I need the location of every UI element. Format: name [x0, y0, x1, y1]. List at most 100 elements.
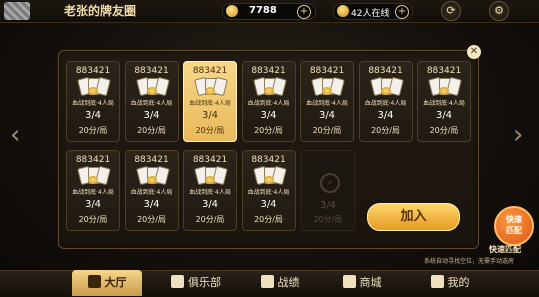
- mahjong-cards-icon: [77, 76, 111, 97]
- table-card[interactable]: 883421 血战到底·4人局 3/4 20分/局: [124, 150, 179, 231]
- table-card[interactable]: 883421 血战到底·4人局 3/4 20分/局: [183, 61, 237, 142]
- add-friends-button[interactable]: +: [395, 5, 409, 19]
- mahjong-cards-icon: [135, 76, 170, 97]
- mahjong-cards-icon: [194, 76, 228, 97]
- quick-match-button[interactable]: 快速 匹配: [494, 206, 534, 246]
- nav-item-shop[interactable]: 商城: [332, 270, 392, 296]
- table-card[interactable]: 883421 血战到底·4人局 3/4 20分/局: [358, 61, 413, 142]
- quick-match-line2: 匹配: [506, 226, 522, 235]
- table-player-count: 3/4: [318, 110, 336, 121]
- close-icon[interactable]: ✕: [467, 45, 481, 59]
- empty-table-count: 3/4: [319, 200, 337, 211]
- table-id: 883421: [192, 155, 228, 165]
- empty-table-slot[interactable]: ⌕ 3/4 20分/局: [301, 150, 355, 231]
- quick-match-line1: 快速: [506, 215, 522, 224]
- refresh-button[interactable]: ⟳: [441, 1, 461, 21]
- coin-balance: 7788 +: [222, 3, 316, 20]
- avatar[interactable]: [4, 2, 30, 20]
- table-score: 20分/局: [195, 215, 225, 224]
- record-icon: [260, 275, 274, 288]
- table-id: 883421: [134, 155, 169, 165]
- table-mode: 血战到底·4人局: [423, 100, 465, 107]
- mahjong-cards-icon: [369, 76, 404, 97]
- coin-value: 7788: [249, 5, 277, 16]
- nav-label: 我的: [447, 276, 470, 289]
- settings-button[interactable]: ⚙: [489, 1, 509, 21]
- next-page-arrow-icon[interactable]: ›: [513, 120, 523, 150]
- table-card[interactable]: 883421 血战到底·4人局 3/4 20分/局: [241, 150, 296, 231]
- table-card[interactable]: 883421 血战到底·4人局 3/4 20分/局: [417, 61, 471, 142]
- table-mode: 血战到底·4人局: [247, 100, 290, 107]
- add-coins-button[interactable]: +: [297, 5, 311, 19]
- prev-page-arrow-icon[interactable]: ‹: [10, 120, 20, 150]
- table-id: 883421: [426, 66, 462, 76]
- shop-icon: [342, 275, 356, 288]
- table-score: 20分/局: [78, 215, 108, 224]
- home-icon: [87, 275, 101, 288]
- online-icon: [337, 5, 349, 17]
- table-mode: 血战到底·4人局: [364, 100, 407, 107]
- table-mode: 血战到底·4人局: [306, 100, 348, 107]
- nav-item-profile[interactable]: 我的: [420, 270, 480, 296]
- mahjong-cards-icon: [252, 76, 287, 97]
- mahjong-cards-icon: [77, 165, 111, 186]
- table-player-count: 3/4: [377, 110, 394, 121]
- empty-table-score: 20分/局: [313, 215, 343, 224]
- quick-match-label: 快速匹配: [489, 245, 521, 254]
- table-score: 20分/局: [254, 126, 283, 135]
- table-id: 883421: [251, 66, 286, 76]
- table-player-count: 3/4: [435, 110, 453, 121]
- club-title: 老张的牌友圈: [64, 4, 137, 18]
- mahjong-cards-icon: [194, 165, 228, 186]
- table-score: 20分/局: [254, 215, 283, 224]
- table-player-count: 3/4: [260, 199, 277, 210]
- table-score: 20分/局: [78, 126, 108, 135]
- nav-label: 战绩: [277, 276, 300, 289]
- table-score: 20分/局: [371, 126, 400, 135]
- table-card[interactable]: 883421 血战到底·4人局 3/4 20分/局: [183, 150, 237, 231]
- top-bar: 老张的牌友圈 7788 + 42人在线 + ⟳ ⚙: [0, 0, 539, 23]
- table-mode: 血战到底·4人局: [72, 100, 114, 107]
- quick-match-hint: 系统自动寻找空位，无需手动选房: [424, 258, 515, 265]
- mahjong-cards-icon: [428, 76, 462, 97]
- empty-seat-icon: ⌕: [320, 173, 340, 193]
- nav-label: 商城: [359, 276, 382, 289]
- table-mode: 血战到底·4人局: [72, 189, 114, 196]
- online-count: 42人在线 +: [333, 3, 413, 20]
- table-id: 883421: [309, 66, 345, 76]
- table-mode: 血战到底·4人局: [247, 189, 290, 196]
- profile-icon: [430, 275, 444, 288]
- table-id: 883421: [75, 66, 111, 76]
- table-player-count: 3/4: [201, 110, 219, 121]
- coin-icon: [226, 5, 238, 17]
- table-mode: 血战到底·4人局: [189, 189, 231, 196]
- nav-item-record[interactable]: 战绩: [250, 270, 310, 296]
- table-card[interactable]: 883421 血战到底·4人局 3/4 20分/局: [300, 61, 354, 142]
- table-mode: 血战到底·4人局: [130, 100, 173, 107]
- mahjong-cards-icon: [252, 165, 287, 186]
- table-player-count: 3/4: [201, 199, 219, 210]
- table-id: 883421: [75, 155, 111, 165]
- table-score: 20分/局: [195, 126, 225, 135]
- table-id: 883421: [192, 66, 228, 76]
- online-value: 42人在线: [351, 9, 390, 19]
- join-button[interactable]: 加入: [367, 203, 460, 231]
- mahjong-cards-icon: [135, 165, 170, 186]
- table-card[interactable]: 883421 血战到底·4人局 3/4 20分/局: [241, 61, 296, 142]
- table-player-count: 3/4: [84, 110, 102, 121]
- nav-item-club[interactable]: 俱乐部: [160, 270, 232, 296]
- table-score: 20分/局: [429, 126, 459, 135]
- table-card[interactable]: 883421 血战到底·4人局 3/4 20分/局: [124, 61, 179, 142]
- table-player-count: 3/4: [84, 199, 102, 210]
- club-icon: [171, 275, 184, 288]
- nav-item-home[interactable]: 大厅: [72, 270, 142, 296]
- table-score: 20分/局: [312, 126, 342, 135]
- table-player-count: 3/4: [143, 110, 160, 121]
- table-id: 883421: [134, 66, 169, 76]
- table-id: 883421: [368, 66, 403, 76]
- nav-label: 俱乐部: [188, 276, 221, 289]
- table-card[interactable]: 883421 血战到底·4人局 3/4 20分/局: [66, 61, 120, 142]
- table-card[interactable]: 883421 血战到底·4人局 3/4 20分/局: [66, 150, 120, 231]
- table-player-count: 3/4: [260, 110, 277, 121]
- table-player-count: 3/4: [143, 199, 160, 210]
